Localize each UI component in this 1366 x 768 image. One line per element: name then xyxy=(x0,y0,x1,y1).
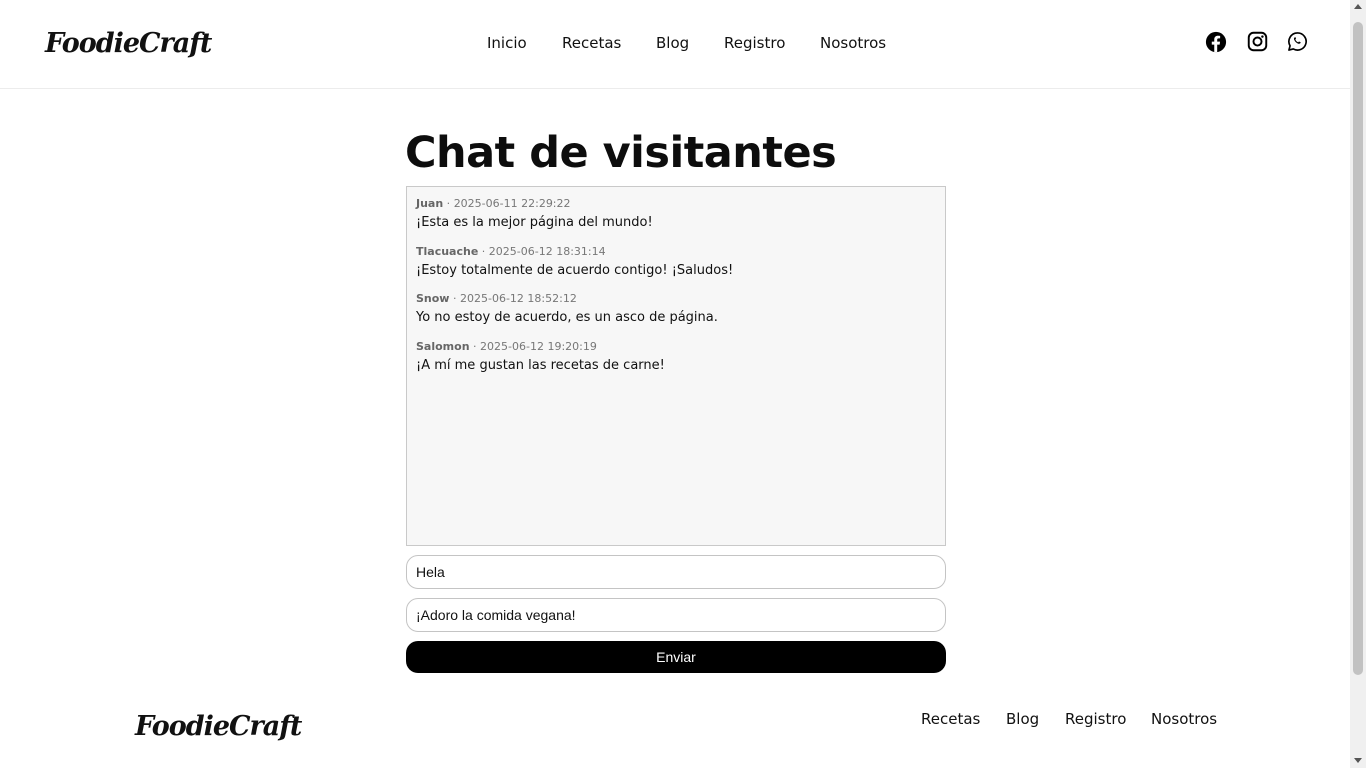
name-input[interactable] xyxy=(406,555,946,589)
message-author: Snow xyxy=(416,292,450,305)
chat-message: Tlacuache · 2025-06-12 18:31:14 ¡Estoy t… xyxy=(416,245,733,279)
meta-separator: · xyxy=(469,340,481,353)
chat-message: Snow · 2025-06-12 18:52:12 Yo no estoy d… xyxy=(416,292,718,326)
footer-nav-nosotros[interactable]: Nosotros xyxy=(1151,710,1217,728)
nav-inicio[interactable]: Inicio xyxy=(487,34,527,52)
nav-blog[interactable]: Blog xyxy=(656,34,689,52)
chat-message: Juan · 2025-06-11 22:29:22 ¡Esta es la m… xyxy=(416,197,653,231)
message-meta: Tlacuache · 2025-06-12 18:31:14 xyxy=(416,245,733,259)
message-time: 2025-06-12 19:20:19 xyxy=(480,340,597,353)
message-text: Yo no estoy de acuerdo, es un asco de pá… xyxy=(416,310,718,325)
main-nav: Inicio Recetas Blog Registro Nosotros xyxy=(0,34,1350,56)
nav-recetas[interactable]: Recetas xyxy=(562,34,621,52)
footer-logo[interactable]: FoodieCraft xyxy=(135,711,302,742)
message-meta: Snow · 2025-06-12 18:52:12 xyxy=(416,292,718,306)
nav-nosotros[interactable]: Nosotros xyxy=(820,34,886,52)
footer-nav-blog[interactable]: Blog xyxy=(1006,710,1039,728)
footer-nav-recetas[interactable]: Recetas xyxy=(921,710,980,728)
scroll-up-arrow-icon[interactable] xyxy=(1354,4,1362,9)
chat-message: Salomon · 2025-06-12 19:20:19 ¡A mí me g… xyxy=(416,340,665,374)
page-scrollbar[interactable] xyxy=(1350,0,1366,768)
message-input[interactable] xyxy=(406,598,946,632)
message-time: 2025-06-12 18:31:14 xyxy=(488,245,606,258)
message-author: Tlacuache xyxy=(416,245,479,258)
page-title: Chat de visitantes xyxy=(405,128,837,178)
message-time: 2025-06-12 18:52:12 xyxy=(459,292,577,305)
message-text: ¡Esta es la mejor página del mundo! xyxy=(416,215,653,230)
meta-separator: · xyxy=(443,197,454,210)
whatsapp-icon[interactable] xyxy=(1287,31,1308,52)
message-text: ¡A mí me gustan las recetas de carne! xyxy=(416,358,665,373)
nav-registro[interactable]: Registro xyxy=(724,34,785,52)
meta-separator: · xyxy=(449,292,460,305)
message-time: 2025-06-11 22:29:22 xyxy=(453,197,571,210)
footer-nav-registro[interactable]: Registro xyxy=(1065,710,1126,728)
facebook-icon[interactable] xyxy=(1205,31,1227,53)
instagram-icon[interactable] xyxy=(1247,31,1268,52)
site-header: FoodieCraft Inicio Recetas Blog Registro… xyxy=(0,0,1350,89)
scrollbar-thumb[interactable] xyxy=(1353,22,1363,675)
message-author: Juan xyxy=(416,197,444,210)
page: FoodieCraft Inicio Recetas Blog Registro… xyxy=(0,0,1350,768)
meta-separator: · xyxy=(478,245,489,258)
scroll-down-arrow-icon[interactable] xyxy=(1354,758,1362,763)
message-meta: Salomon · 2025-06-12 19:20:19 xyxy=(416,340,665,354)
send-button[interactable]: Enviar xyxy=(406,641,946,673)
message-author: Salomon xyxy=(416,340,470,353)
chat-messages-box[interactable]: Juan · 2025-06-11 22:29:22 ¡Esta es la m… xyxy=(406,186,946,546)
message-text: ¡Estoy totalmente de acuerdo contigo! ¡S… xyxy=(416,263,734,278)
message-meta: Juan · 2025-06-11 22:29:22 xyxy=(416,197,653,211)
